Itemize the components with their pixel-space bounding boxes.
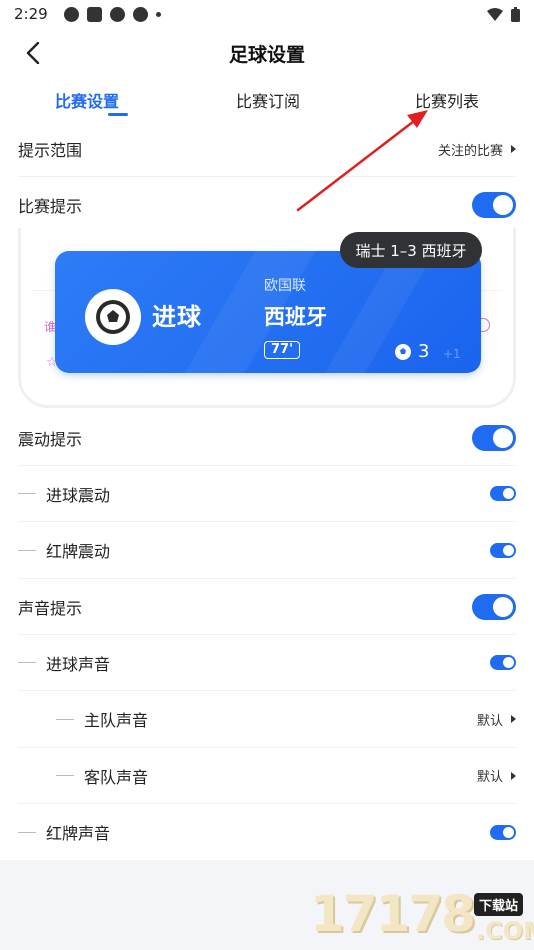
league-name: 欧国联 xyxy=(264,278,306,294)
more-notifications-icon xyxy=(155,11,161,17)
match-alert-toggle[interactable] xyxy=(472,192,516,218)
match-minute: 77' xyxy=(264,341,301,359)
setting-label: 进球震动 xyxy=(46,485,111,505)
indent-dash xyxy=(18,662,36,663)
app-notification-icon xyxy=(63,6,79,22)
status-time: 2:29 xyxy=(14,5,48,23)
setting-label: 进球声音 xyxy=(46,654,111,674)
setting-value: 默认 xyxy=(476,770,503,785)
sound-toggle[interactable] xyxy=(472,593,516,620)
setting-label: 比赛提示 xyxy=(18,197,83,216)
vibration-toggle[interactable] xyxy=(472,424,516,451)
indent-dash xyxy=(56,718,74,720)
setting-label: 主队声音 xyxy=(84,711,149,730)
goal-count-value: 3 xyxy=(418,341,430,362)
setting-label: 红牌震动 xyxy=(46,542,111,561)
faded-count: +1 xyxy=(443,347,461,361)
setting-red-card-vibration: 红牌震动 xyxy=(18,522,516,579)
toggle-knob xyxy=(503,826,514,838)
status-bar: 2:29 xyxy=(0,0,534,28)
setting-value: 默认 xyxy=(476,713,503,729)
setting-vibration: 震动提示 xyxy=(18,410,516,466)
indent-dash xyxy=(56,775,74,776)
tab-match-list[interactable]: 比赛列表 xyxy=(415,88,479,112)
toggle-knob xyxy=(503,488,514,499)
battery-icon xyxy=(511,6,520,22)
goal-vibration-toggle[interactable] xyxy=(490,486,516,501)
indent-dash xyxy=(18,549,36,551)
setting-match-alert: 比赛提示 xyxy=(18,177,516,233)
setting-home-sound[interactable]: 主队声音 默认 xyxy=(18,691,516,748)
setting-alert-range[interactable]: 提示范围 关注的比赛 xyxy=(18,122,516,177)
setting-away-sound[interactable]: 客队声音 默认 xyxy=(18,748,516,804)
setting-label: 提示范围 xyxy=(18,141,83,160)
tab-match-settings[interactable]: 比赛设置 xyxy=(55,88,119,112)
chevron-right-icon xyxy=(511,145,516,153)
toggle-knob xyxy=(493,596,513,617)
soccer-ball-icon xyxy=(395,343,411,360)
app-notification-icon xyxy=(132,6,148,22)
toggle-knob xyxy=(493,195,513,215)
goal-sound-toggle[interactable] xyxy=(490,655,516,670)
toggle-knob xyxy=(493,427,513,448)
setting-label: 红牌声音 xyxy=(46,824,111,843)
setting-sound: 声音提示 xyxy=(18,579,516,635)
setting-label: 震动提示 xyxy=(18,429,83,449)
watermark-logo: 17178 xyxy=(310,885,476,943)
red-card-sound-toggle[interactable] xyxy=(490,824,516,840)
active-tab-indicator xyxy=(108,113,128,116)
tab-match-subscriptions[interactable]: 比赛订阅 xyxy=(236,88,300,112)
score-pill: 瑞士 1–3 西班牙 xyxy=(340,232,482,268)
goal-label: 进球 xyxy=(152,303,202,331)
soccer-ball-icon xyxy=(85,289,141,345)
toggle-knob xyxy=(503,544,514,556)
app-notification-icon xyxy=(86,6,102,22)
page-header: 足球设置 xyxy=(0,28,534,78)
goal-notification-preview: 进球 欧国联 西班牙 77' 3 +1 xyxy=(55,251,481,373)
chevron-right-icon xyxy=(511,715,516,723)
red-card-vibration-toggle[interactable] xyxy=(490,542,516,558)
indent-dash xyxy=(18,831,36,833)
wifi-icon xyxy=(487,7,503,21)
tab-bar: 比赛设置 比赛订阅 比赛列表 xyxy=(0,84,534,120)
setting-label: 声音提示 xyxy=(18,598,83,618)
setting-goal-vibration: 进球震动 xyxy=(18,466,516,522)
setting-goal-sound: 进球声音 xyxy=(18,635,516,691)
app-notification-icon xyxy=(109,6,125,22)
watermark-suffix: .COM xyxy=(476,917,534,945)
scoring-team: 西班牙 xyxy=(264,305,327,329)
setting-label: 客队声音 xyxy=(84,767,149,787)
setting-value: 关注的比赛 xyxy=(437,143,503,159)
watermark-badge: 下载站 xyxy=(474,893,524,916)
chevron-right-icon xyxy=(511,771,516,780)
toggle-knob xyxy=(503,657,514,668)
page-title: 足球设置 xyxy=(228,44,305,66)
notification-icons xyxy=(63,6,161,22)
setting-red-card-sound: 红牌声音 xyxy=(18,804,516,860)
goal-count: 3 xyxy=(394,341,429,362)
indent-dash xyxy=(18,493,36,494)
